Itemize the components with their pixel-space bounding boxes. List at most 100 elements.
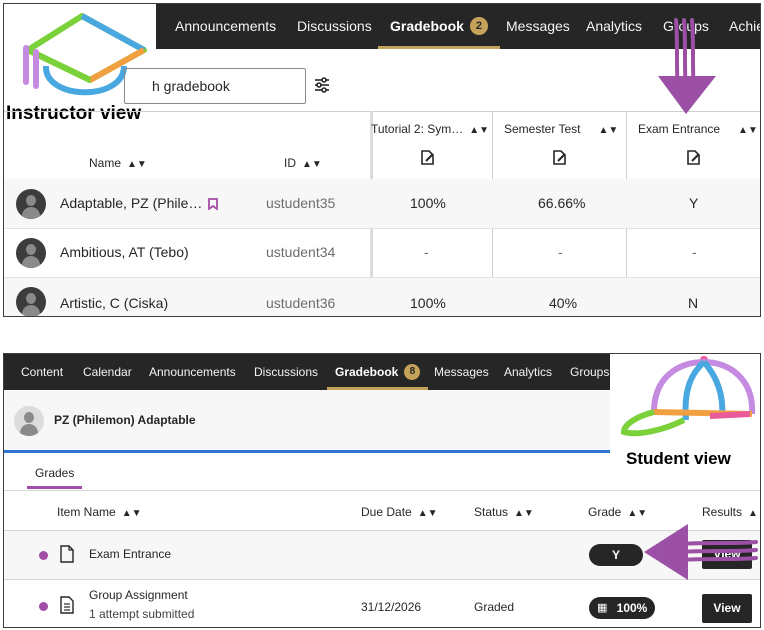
baseball-cap-icon [620,356,756,437]
search-gradebook-input[interactable]: h gradebook [124,68,306,104]
due-header-label: Due Date [361,505,412,519]
tab-analytics[interactable]: Analytics [504,354,552,390]
filter-settings-icon[interactable] [313,76,331,94]
exam-entrance-column-header[interactable]: Exam Entrance ▲▼ [638,122,758,136]
tab-grades[interactable]: Grades [26,466,83,489]
sort-icon: ▲▼ [417,508,438,519]
student-panel: Content Calendar Announcements Discussio… [3,353,761,628]
tab-achievements[interactable]: Achie [729,4,760,49]
avatar [16,189,46,219]
tab-announcements[interactable]: Announcements [149,354,236,390]
grade-cell[interactable]: - [558,244,563,260]
tab-calendar[interactable]: Calendar [83,354,132,390]
status-header-label: Status [474,505,509,519]
sort-icon: ▲▼ [127,159,147,170]
document-icon [60,545,74,563]
grade-pill: Y [589,544,643,566]
header-top-border [4,111,760,112]
student-name[interactable]: Ambitious, AT (Tebo) [60,244,189,260]
item-name-column-header[interactable]: Item Name ▲▼ [57,505,141,519]
avatar [16,287,46,316]
status-text: Graded [474,600,515,614]
row-divider [4,277,760,278]
sort-icon: ▲▼ [469,125,490,136]
student-id: ustudent35 [266,195,336,211]
id-column-header[interactable]: ID ▲▼ [284,156,322,170]
tab-groups[interactable]: Groups [570,354,609,390]
sort-icon: ▲▼ [302,159,322,170]
grade-header-label: Grade [588,505,622,519]
grade-cell[interactable]: 66.66% [538,195,585,211]
tabs-divider [4,490,760,491]
tab-gradebook-label: Gradebook [335,365,399,379]
results-header-label: Results [702,505,743,519]
left-arrow-annotation-icon [644,524,758,580]
attempt-status: 1 attempt submitted [89,607,195,621]
student-name[interactable]: Adaptable, PZ (Phile… [60,195,202,211]
tab-gradebook-label: Gradebook [390,18,464,34]
exam-header-label: Exam Entrance [638,122,721,136]
status-column-header[interactable]: Status ▲▼ [474,505,534,519]
student-id: ustudent36 [266,295,336,311]
student-id: ustudent34 [266,244,336,260]
table-row[interactable]: Artistic, C (Ciska) ustudent36 100% 40% … [4,277,760,316]
tab-discussions[interactable]: Discussions [297,4,372,49]
item-header-label: Item Name [57,505,116,519]
grade-cell[interactable]: 100% [410,195,446,211]
grade-column-header[interactable]: Grade ▲▼ [588,505,647,519]
student-view-label: Student view [626,449,731,468]
tab-content[interactable]: Content [21,354,63,390]
instructor-panel: Announcements Discussions Gradebook 2 Mes… [3,3,761,317]
instructor-view-label: Instructor view [6,103,142,124]
item-name[interactable]: Group Assignment [89,588,188,602]
item-name[interactable]: Exam Entrance [89,547,171,561]
name-column-header[interactable]: Name ▲▼ [89,156,147,170]
row-divider [4,228,760,229]
gradebook-count-badge: 8 [404,364,421,380]
unread-dot [39,551,48,560]
sort-icon: ▲▼ [121,508,142,519]
grade-value: 100% [616,601,648,615]
tab-announcements[interactable]: Announcements [175,4,276,49]
semester-test-column-header[interactable]: Semester Test ▲▼ [504,122,618,136]
tutorial-column-header[interactable]: Tutorial 2: Sym… ▲▼ [371,122,489,136]
avatar [14,406,44,436]
search-text: h gradebook [152,78,230,94]
sort-icon: ▲▼ [514,508,534,519]
id-header-label: ID [284,156,296,170]
gradebook-count-badge: 2 [469,17,488,35]
table-row[interactable]: Ambitious, AT (Tebo) ustudent34 - - - [4,228,760,277]
grade-cell[interactable]: - [692,244,697,260]
results-column-header[interactable]: Results ▲▼ [702,505,760,519]
grade-cell[interactable]: 40% [549,295,577,311]
tab-analytics[interactable]: Analytics [586,4,642,49]
tutorial-header-label: Tutorial 2: Sym… [371,122,464,136]
sort-icon: ▲▼ [738,125,758,136]
bookmark-icon [208,198,218,210]
assignment-document-icon [60,596,74,614]
tab-gradebook[interactable]: Gradebook 2 [378,4,500,49]
grade-cell[interactable]: - [424,244,429,260]
assignment-edit-icon [687,150,700,165]
sort-icon: ▲▼ [748,508,760,519]
grade-pill: ▦ 100% [589,597,655,619]
table-row[interactable]: Adaptable, PZ (Phile… ustudent35 100% 66… [4,179,760,228]
student-user-name: PZ (Philemon) Adaptable [54,413,196,427]
grade-cell[interactable]: N [688,295,698,311]
rubric-grid-icon: ▦ [597,602,608,614]
sort-icon: ▲▼ [627,508,648,519]
due-date-column-header[interactable]: Due Date ▲▼ [361,505,438,519]
tab-gradebook[interactable]: Gradebook 8 [326,354,429,390]
grade-cell[interactable]: 100% [410,295,446,311]
view-results-button[interactable]: View [702,594,752,623]
tab-discussions[interactable]: Discussions [254,354,318,390]
student-name[interactable]: Artistic, C (Ciska) [60,295,168,311]
unread-dot [39,602,48,611]
assignment-edit-icon [553,150,566,165]
sort-icon: ▲▼ [598,125,619,136]
tab-messages[interactable]: Messages [434,354,489,390]
tab-messages[interactable]: Messages [506,4,570,49]
semester-header-label: Semester Test [504,122,581,136]
grade-cell[interactable]: Y [689,195,698,211]
list-item[interactable]: Group Assignment 1 attempt submitted 31/… [4,580,760,627]
